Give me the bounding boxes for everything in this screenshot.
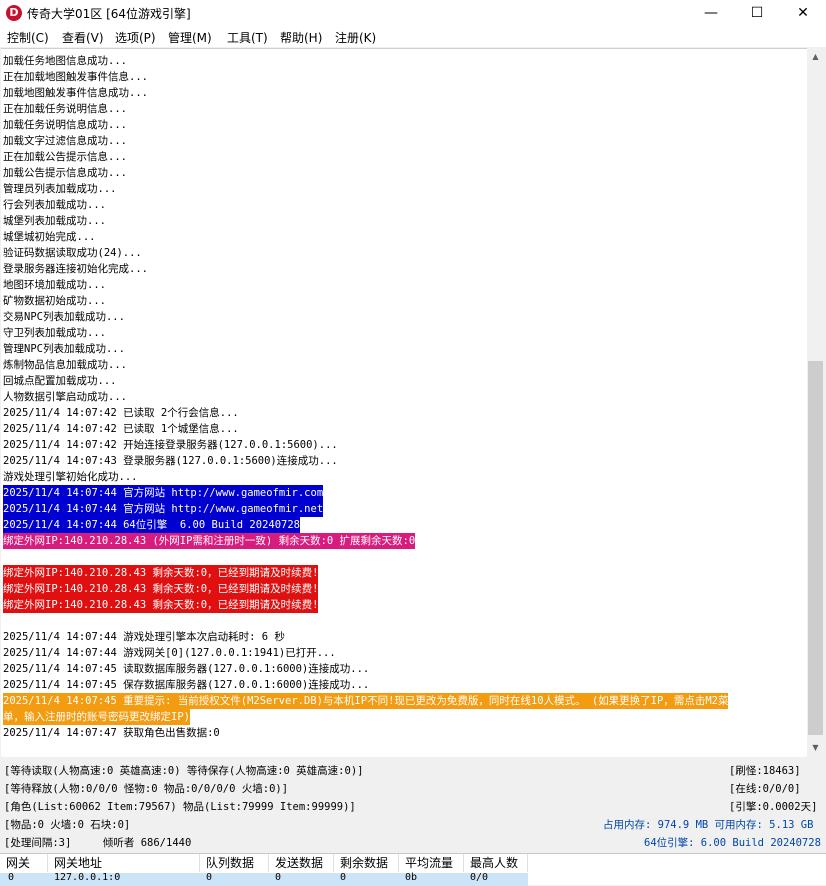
cell-max-users: 0/0: [470, 872, 489, 883]
status-lists: [角色(List:60062 Item:79567) 物品(List:79999…: [4, 801, 356, 813]
menu-view[interactable]: 查看(V): [62, 29, 104, 46]
log-line: 加载公告提示信息成功...: [3, 167, 127, 179]
log-line: 加载地图触发事件信息成功...: [3, 87, 148, 99]
table-row[interactable]: 0 127.0.0.1:0 0 0 0 0b 0/0: [0, 872, 528, 886]
log-line: 加载文字过滤信息成功...: [3, 135, 127, 147]
log-line-orange: 单，输入注册时的账号密码更改绑定IP): [3, 709, 190, 725]
log-line: 加载任务说明信息成功...: [3, 119, 127, 131]
menu-help[interactable]: 帮助(H): [280, 29, 322, 46]
log-line: 2025/11/4 14:07:42 已读取 1个城堡信息...: [3, 423, 239, 435]
log-line: 2025/11/4 14:07:42 已读取 2个行会信息...: [3, 407, 239, 419]
log-line: 行会列表加载成功...: [3, 199, 106, 211]
cell-remaining: 0: [340, 872, 347, 883]
cell-address: 127.0.0.1:0: [54, 872, 121, 883]
cell-gateway: 0: [8, 872, 15, 883]
log-line-red: 绑定外网IP:140.210.28.43 剩余天数:0，已经到期请及时续费!: [3, 597, 319, 613]
menu-bar: 控制(C) 查看(V) 选项(P) 管理(M) 工具(T) 帮助(H) 注册(K…: [0, 27, 826, 47]
log-line: 城堡城初始完成...: [3, 231, 96, 243]
log-line: 矿物数据初始成功...: [3, 295, 106, 307]
col-header-avg-flow[interactable]: 平均流量: [399, 854, 464, 872]
vertical-scrollbar[interactable]: ▲ ▼: [807, 48, 824, 756]
log-line-magenta: 绑定外网IP:140.210.28.43 (外网IP需和注册时一致) 剩余天数:…: [3, 533, 416, 549]
minimize-button[interactable]: —: [688, 0, 734, 27]
log-line: 2025/11/4 14:07:45 读取数据库服务器(127.0.0.1:60…: [3, 663, 370, 675]
col-header-max-users[interactable]: 最高人数: [464, 854, 528, 872]
status-row-1: [等待读取(人物高速:0 英雄高速:0) 等待保存(人物高速:0 英雄高速:0)…: [0, 761, 826, 779]
scroll-down-arrow-icon[interactable]: ▼: [807, 739, 824, 756]
log-line: 加载任务地图信息成功...: [3, 55, 127, 67]
log-line-blue: 2025/11/4 14:07:44 官方网站 http://www.gameo…: [3, 501, 324, 517]
status-row-2: [等待释放(人物:0/0/0 怪物:0 物品:0/0/0/0 火墙:0)] [在…: [0, 779, 826, 797]
cell-queue: 0: [206, 872, 213, 883]
maximize-button[interactable]: ☐: [734, 0, 780, 27]
log-line: 2025/11/4 14:07:42 开始连接登录服务器(127.0.0.1:5…: [3, 439, 338, 451]
log-line: 交易NPC列表加载成功...: [3, 311, 125, 323]
status-items: [物品:0 火墙:0 石块:0]: [4, 819, 131, 831]
log-line-blue: 2025/11/4 14:07:44 官方网站 http://www.gameo…: [3, 485, 324, 501]
log-line: 正在加载公告提示信息...: [3, 151, 127, 163]
log-line: 炼制物品信息加载成功...: [3, 359, 127, 371]
log-line: 管理员列表加载成功...: [3, 183, 117, 195]
gateway-table: 网关 网关地址 队列数据 发送数据 剩余数据 平均流量 最高人数 0 127.0…: [0, 853, 826, 886]
col-header-sent[interactable]: 发送数据: [269, 854, 334, 872]
log-line: 正在加载任务说明信息...: [3, 103, 127, 115]
status-wait-release: [等待释放(人物:0/0/0 怪物:0 物品:0/0/0/0 火墙:0)]: [4, 783, 289, 795]
log-line: 2025/11/4 14:07:43 登录服务器(127.0.0.1:5600)…: [3, 455, 338, 467]
status-row-3: [角色(List:60062 Item:79567) 物品(List:79999…: [0, 797, 826, 815]
log-line: 2025/11/4 14:07:44 游戏处理引擎本次启动耗时: 6 秒: [3, 631, 285, 643]
log-line: 正在加载地图触发事件信息...: [3, 71, 148, 83]
log-line: 守卫列表加载成功...: [3, 327, 106, 339]
status-online: [在线:0/0/0]: [729, 783, 801, 795]
cell-avg-flow: 0b: [405, 872, 418, 883]
menu-manage[interactable]: 管理(M): [168, 29, 212, 46]
log-line: 2025/11/4 14:07:45 保存数据库服务器(127.0.0.1:60…: [3, 679, 370, 691]
status-row-4: [物品:0 火墙:0 石块:0] 占用内存: 974.9 MB 可用内存: 5.…: [0, 815, 826, 833]
status-interval: [处理间隔:3] 倾听者 686/1440: [4, 837, 192, 849]
status-monster-spawn: [刷怪:18463]: [729, 765, 801, 777]
log-line: 登录服务器连接初始化完成...: [3, 263, 148, 275]
window-title: 传奇大学01区 [64位游戏引擎]: [27, 7, 191, 21]
menu-register[interactable]: 注册(K): [335, 29, 376, 46]
status-wait-read: [等待读取(人物高速:0 英雄高速:0) 等待保存(人物高速:0 英雄高速:0)…: [4, 765, 364, 777]
menu-options[interactable]: 选项(P): [115, 29, 156, 46]
status-row-5: [处理间隔:3] 倾听者 686/1440 64位引擎: 6.00 Build …: [0, 833, 826, 851]
status-engine-build: 64位引擎: 6.00 Build 20240728: [644, 837, 821, 849]
col-header-remaining[interactable]: 剩余数据: [334, 854, 399, 872]
scroll-up-arrow-icon[interactable]: ▲: [807, 48, 824, 65]
log-line-blue: 2025/11/4 14:07:44 64位引擎 6.00 Build 2024…: [3, 517, 301, 533]
log-output-area[interactable]: 加载任务地图信息成功... 正在加载地图触发事件信息... 加载地图触发事件信息成功…: [1, 48, 807, 757]
log-line: 2025/11/4 14:07:47 获取角色出售数据:0: [3, 727, 220, 739]
scroll-thumb[interactable]: [808, 361, 823, 735]
log-line: 城堡列表加载成功...: [3, 215, 106, 227]
log-line-red: 绑定外网IP:140.210.28.43 剩余天数:0，已经到期请及时续费!: [3, 565, 319, 581]
log-line: 人物数据引擎启动成功...: [3, 391, 127, 403]
status-memory: 占用内存: 974.9 MB 可用内存: 5.13 GB: [603, 819, 814, 831]
log-line: 2025/11/4 14:07:44 游戏网关[0](127.0.0.1:194…: [3, 647, 336, 659]
log-line-orange: 2025/11/4 14:07:45 重要提示: 当前授权文件(M2Server…: [3, 693, 729, 709]
log-line-red: 绑定外网IP:140.210.28.43 剩余天数:0，已经到期请及时续费!: [3, 581, 319, 597]
col-header-queue[interactable]: 队列数据: [200, 854, 269, 872]
log-line: 游戏处理引擎初始化成功...: [3, 471, 138, 483]
app-logo-icon[interactable]: D: [6, 5, 22, 21]
log-line: 地图环境加载成功...: [3, 279, 106, 291]
title-bar: D 传奇大学01区 [64位游戏引擎] — ☐ ✕: [0, 0, 826, 27]
log-line: 回城点配置加载成功...: [3, 375, 117, 387]
log-line: 验证码数据读取成功(24)...: [3, 247, 142, 259]
status-engine-days: [引擎:0.0002天]: [729, 801, 818, 813]
menu-tools[interactable]: 工具(T): [227, 29, 268, 46]
cell-sent: 0: [275, 872, 282, 883]
col-header-gateway[interactable]: 网关: [0, 854, 48, 872]
close-button[interactable]: ✕: [780, 0, 826, 27]
log-line: 管理NPC列表加载成功...: [3, 343, 125, 355]
col-header-address[interactable]: 网关地址: [48, 854, 200, 872]
menu-control[interactable]: 控制(C): [7, 29, 49, 46]
